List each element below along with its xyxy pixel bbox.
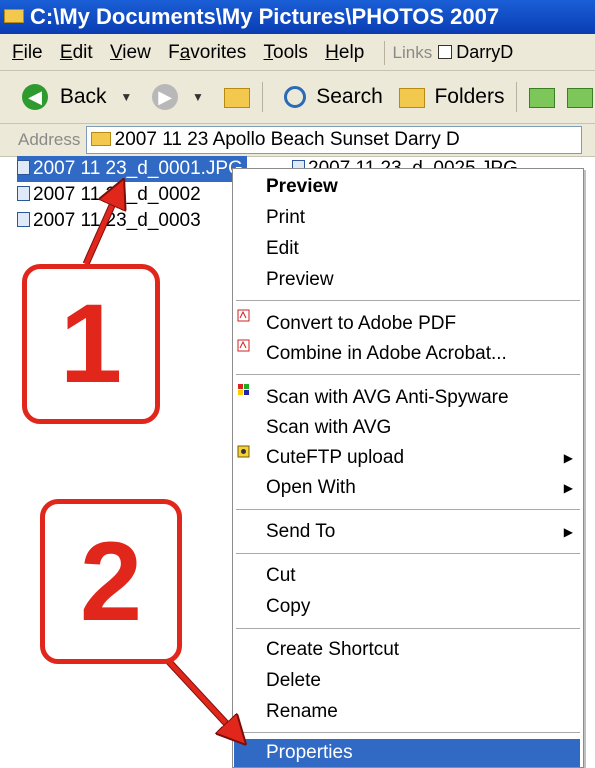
arrow-1 (83, 192, 118, 266)
step-2-callout: 2 (40, 499, 182, 664)
step-1-callout: 1 (22, 264, 160, 424)
arrow-2 (158, 650, 236, 734)
